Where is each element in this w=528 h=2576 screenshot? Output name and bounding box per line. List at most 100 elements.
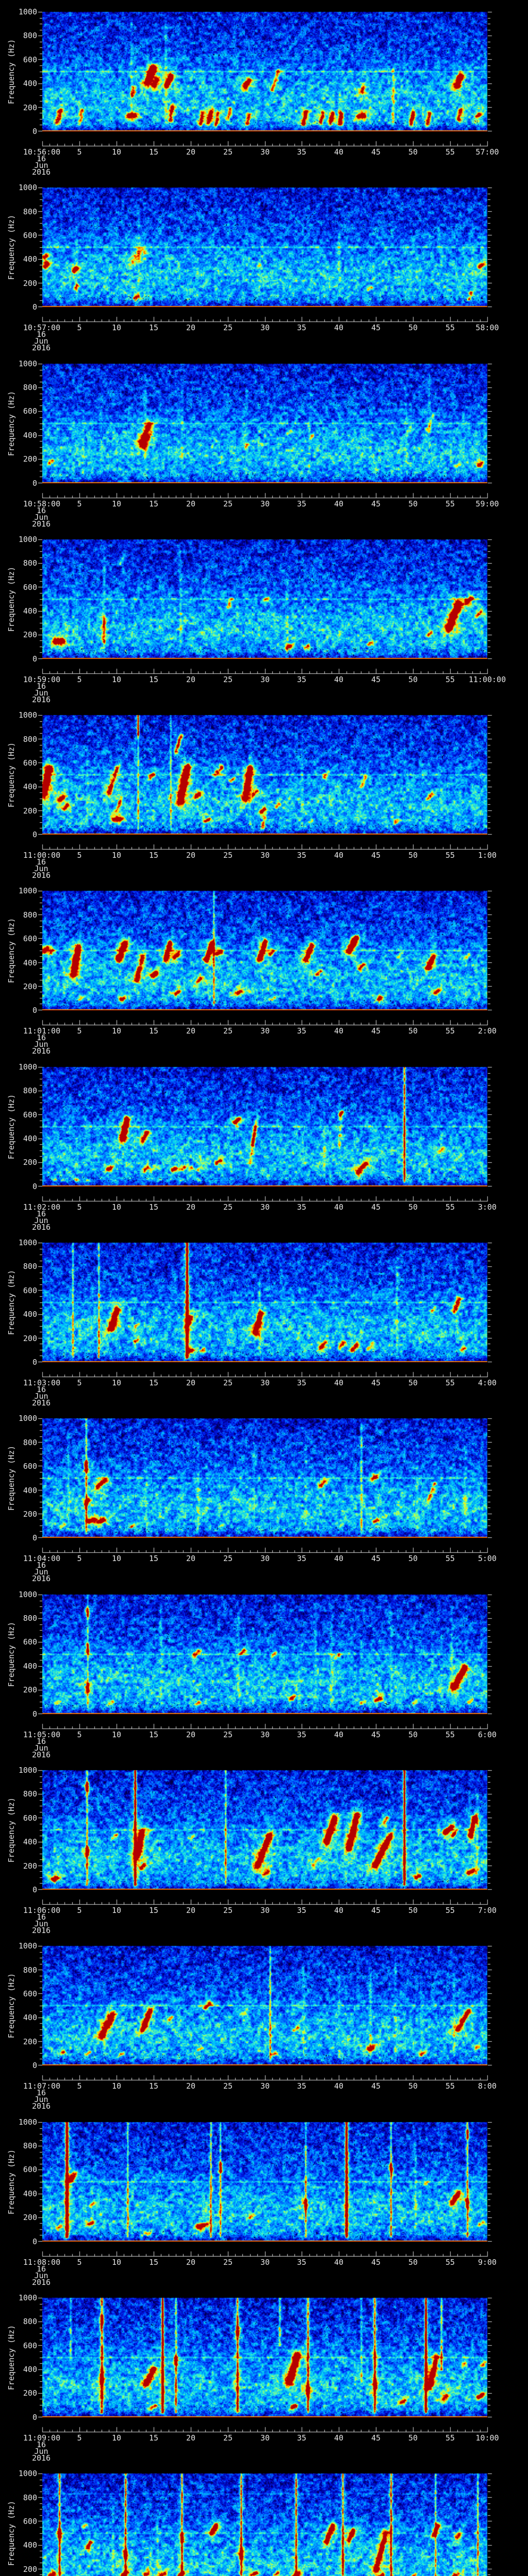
x-tick-label: 55 <box>445 1905 455 1915</box>
date-line: 2016 <box>31 694 51 704</box>
y-tick-label: 1000 <box>18 710 37 720</box>
x-tick-label: 35 <box>296 323 307 333</box>
x-tick-label: 15 <box>148 499 159 509</box>
y-tick-label: 800 <box>23 382 37 392</box>
y-tick-label: 800 <box>23 31 37 41</box>
y-axis-title: Frequency (Hz) <box>7 1269 16 1335</box>
x-tick-label: 10 <box>111 499 122 509</box>
x-tick-label: 35 <box>296 147 307 157</box>
x-tick-label: 40 <box>334 1905 344 1915</box>
y-tick-label: 0 <box>32 830 37 840</box>
x-tick-label: 15 <box>148 1202 159 1212</box>
y-tick-label: 800 <box>23 1614 37 1623</box>
x-tick-label: 25 <box>223 1202 233 1212</box>
x-tick-label: 10 <box>111 2257 122 2267</box>
x-tick-label: 25 <box>223 147 233 157</box>
y-tick-label: 800 <box>23 1789 37 1799</box>
x-tick-label: 40 <box>334 1202 344 1212</box>
x-tick-label: 15 <box>148 674 159 684</box>
spectrogram-panel-15: Frequency (Hz) 11:10:00 11:00 16Jun2016 … <box>0 2462 528 2576</box>
y-tick-label: 0 <box>32 302 37 312</box>
y-tick-label: 200 <box>23 806 37 816</box>
x-axis-date-label: 16 Jun 2016 <box>5 1034 77 1056</box>
y-tick-label: 200 <box>23 982 37 992</box>
x-tick-label: 30 <box>260 1905 270 1915</box>
x-tick-label: 15 <box>148 2433 159 2443</box>
x-tick-label: 25 <box>223 2081 233 2091</box>
y-tick-label: 1000 <box>18 7 37 16</box>
x-tick-label: 55 <box>445 1554 455 1564</box>
x-tick-label: 40 <box>334 323 344 333</box>
x-tick-label: 30 <box>260 2081 270 2091</box>
x-axis-date-label: 16 Jun 2016 <box>5 1210 77 1231</box>
x-tick-label: 30 <box>260 2257 270 2267</box>
y-tick-label: 1000 <box>18 183 37 193</box>
y-tick-label: 400 <box>23 782 37 792</box>
y-tick-label: 0 <box>32 2061 37 2071</box>
x-tick-label: 25 <box>223 1730 233 1739</box>
x-tick-label: 35 <box>296 1026 307 1036</box>
x-tick-label: 5 <box>77 1202 82 1212</box>
spectrogram-panel-8: Frequency (Hz) 11:03:00 4:00 16 Jun 2016 1… <box>0 1231 528 1408</box>
x-tick-label: 50 <box>408 147 418 157</box>
x-tick-label: 45 <box>371 1202 381 1212</box>
spectrogram-panel-7: Frequency (Hz) 11:02:00 3:00 16 Jun 2016 1… <box>0 1055 528 1231</box>
x-tick-label: 50 <box>408 1202 418 1212</box>
y-tick-label: 1000 <box>18 886 37 896</box>
x-tick-label: 55 <box>445 851 455 860</box>
y-tick-label: 400 <box>23 430 37 440</box>
x-tick-label: 10 <box>111 1202 122 1212</box>
x-tick-label: 45 <box>371 1730 381 1739</box>
x-tick-label: 5 <box>77 2081 82 2091</box>
x-tick-label: 5 <box>77 1905 82 1915</box>
x-tick-label: 35 <box>296 1554 307 1564</box>
y-tick-label: 1000 <box>18 2117 37 2127</box>
spectrogram-panel-13: Frequency (Hz) 11:08:00 9:00 16 Jun 2016 1… <box>0 2110 528 2286</box>
y-axis-title: Frequency (Hz) <box>7 1094 16 1159</box>
y-tick-label: 600 <box>23 1285 37 1295</box>
x-tick-label: 25 <box>223 851 233 860</box>
x-tick-label: 35 <box>296 499 307 509</box>
x-axis-date-label: 16 Jun 2016 <box>5 155 77 177</box>
x-tick-label: 55 <box>445 2257 455 2267</box>
date-line: 2016 <box>31 1750 51 1759</box>
x-axis-date-label: 16 Jun 2016 <box>5 682 77 704</box>
date-line: 2016 <box>31 1046 51 1056</box>
y-tick-label: 400 <box>23 79 37 89</box>
y-tick-label: 1000 <box>18 534 37 544</box>
x-tick-label: 15 <box>148 2257 159 2267</box>
x-tick-label: 15 <box>148 1730 159 1739</box>
y-tick-label: 800 <box>23 2493 37 2502</box>
y-axis-title: Frequency (Hz) <box>7 742 16 808</box>
y-tick-label: 200 <box>23 1158 37 1167</box>
y-tick-label: 600 <box>23 406 37 416</box>
y-tick-label: 200 <box>23 1861 37 1871</box>
y-tick-label: 0 <box>32 1709 37 1719</box>
y-tick-label: 200 <box>23 2037 37 2046</box>
x-tick-label: 30 <box>260 499 270 509</box>
date-line: 2016 <box>31 167 51 177</box>
x-axis-date-label: 16 Jun 2016 <box>5 2441 77 2462</box>
x-axis-date-label: 16 Jun 2016 <box>5 2265 77 2286</box>
y-tick-label: 600 <box>23 231 37 241</box>
x-tick-label: 50 <box>408 499 418 509</box>
y-tick-label: 600 <box>23 2516 37 2526</box>
x-tick-label: 55 <box>445 323 455 333</box>
y-tick-label: 200 <box>23 278 37 288</box>
y-axis-title: Frequency (Hz) <box>7 2500 16 2566</box>
x-tick-label: 45 <box>371 851 381 860</box>
x-tick-label: 15 <box>148 1378 159 1388</box>
x-tick-label: 5 <box>77 1378 82 1388</box>
x-axis-date-label: 16 Jun 2016 <box>5 1737 77 1759</box>
spectrogram-canvas <box>0 2462 528 2576</box>
x-tick-label: 20 <box>186 2433 196 2443</box>
x-tick-label: 30 <box>260 2433 270 2443</box>
y-tick-label: 400 <box>23 2365 37 2374</box>
x-tick-label: 40 <box>334 674 344 684</box>
y-tick-label: 200 <box>23 1509 37 1519</box>
y-tick-label: 200 <box>23 1685 37 1695</box>
x-tick-label: 50 <box>408 674 418 684</box>
x-tick-label: 20 <box>186 323 196 333</box>
x-tick-label: 30 <box>260 1554 270 1564</box>
y-axis-title: Frequency (Hz) <box>7 2325 16 2391</box>
